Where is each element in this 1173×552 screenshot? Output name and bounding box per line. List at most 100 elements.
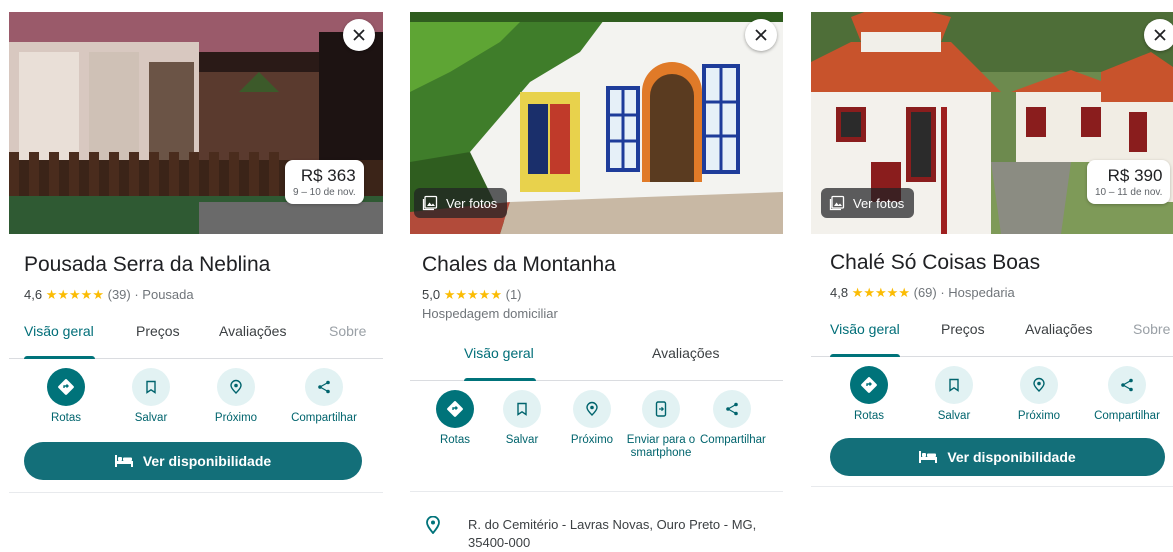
check-availability-button[interactable]: Ver disponibilidade	[24, 442, 362, 480]
tab-about[interactable]: Sobre	[1133, 318, 1170, 356]
share-icon	[318, 380, 330, 394]
share-icon	[1121, 378, 1133, 392]
card-divider	[9, 492, 383, 493]
action-label: Compartilhar	[700, 434, 766, 446]
rating-line: 5,0 ★★★★★ (1)	[422, 287, 522, 303]
bookmark-icon	[146, 380, 156, 394]
save-button[interactable]: Salvar	[116, 368, 186, 425]
directions-button[interactable]: Rotas	[420, 390, 490, 447]
property-type: · Hospedaria	[936, 285, 1015, 300]
action-label: Rotas	[853, 410, 885, 422]
active-tab-indicator	[464, 378, 536, 381]
directions-icon	[58, 379, 74, 395]
hotel-title: Chalé Só Coisas Boas	[830, 251, 1041, 274]
tab-reviews[interactable]: Avaliações	[652, 342, 719, 380]
nearby-icon	[1033, 377, 1045, 392]
hotel-card-3: Ver fotos R$ 390 10 – 11 de nov. Chalé S…	[811, 12, 1173, 512]
nearby-button[interactable]: Próximo	[201, 368, 271, 425]
stay-dates: 9 – 10 de nov.	[293, 187, 356, 198]
stay-dates: 10 – 11 de nov.	[1095, 187, 1163, 198]
tab-about[interactable]: Sobre	[329, 320, 366, 358]
hotel-title: Chales da Montanha	[422, 253, 616, 276]
price: R$ 390	[1107, 166, 1163, 185]
action-label: Compartilhar	[1094, 410, 1160, 422]
close-button[interactable]	[343, 19, 375, 51]
action-label: Compartilhar	[291, 412, 357, 424]
hotel-card-2: Ver fotos Chales da Montanha 5,0 ★★★★★ (…	[410, 12, 783, 552]
card-divider	[811, 486, 1173, 487]
share-icon	[726, 402, 738, 416]
nearby-button[interactable]: Próximo	[1004, 366, 1074, 423]
close-button[interactable]	[745, 19, 777, 51]
close-icon	[353, 29, 365, 41]
property-type: · Pousada	[130, 287, 194, 302]
share-button[interactable]: Compartilhar	[1082, 366, 1172, 423]
nearby-icon	[586, 401, 598, 416]
review-count[interactable]: (69)	[914, 285, 937, 300]
close-icon	[1154, 29, 1166, 41]
view-photos-button[interactable]: Ver fotos	[821, 188, 915, 218]
send-to-phone-icon	[655, 401, 667, 417]
action-label: Salvar	[134, 412, 168, 424]
rating-line: 4,8 ★★★★★ (69) · Hospedaria	[830, 285, 1015, 301]
nearby-button[interactable]: Próximo	[557, 390, 627, 447]
location-pin-icon	[426, 516, 440, 534]
tab-overview[interactable]: Visão geral	[830, 318, 900, 356]
save-button[interactable]: Salvar	[919, 366, 989, 423]
share-button[interactable]: Compartilhar	[700, 390, 766, 447]
hotel-title: Pousada Serra da Neblina	[24, 253, 271, 276]
close-icon	[755, 29, 767, 41]
action-label: Salvar	[505, 434, 539, 446]
directions-button[interactable]: Rotas	[834, 366, 904, 423]
hotel-card-1: R$ 363 9 – 10 de nov. Pousada Serra da N…	[9, 12, 383, 512]
price: R$ 363	[300, 166, 356, 185]
save-button[interactable]: Salvar	[487, 390, 557, 447]
action-label: Próximo	[214, 412, 258, 424]
star-rating: ★★★★★	[45, 287, 104, 302]
action-label: Rotas	[50, 412, 82, 424]
address[interactable]: R. do Cemitério - Lavras Novas, Ouro Pre…	[468, 516, 758, 552]
rating-value: 4,8	[830, 285, 849, 300]
action-label: Próximo	[1017, 410, 1061, 422]
bookmark-icon	[517, 402, 527, 416]
bed-icon	[919, 451, 938, 463]
directions-icon	[447, 401, 463, 417]
tab-bar: Visão geral Avaliações	[410, 342, 783, 381]
price-badge: R$ 390 10 – 11 de nov.	[1087, 160, 1171, 204]
active-tab-indicator	[830, 354, 900, 357]
tab-prices[interactable]: Preços	[941, 318, 985, 356]
share-button[interactable]: Compartilhar	[279, 368, 369, 425]
tab-reviews[interactable]: Avaliações	[219, 320, 286, 358]
view-photos-button[interactable]: Ver fotos	[414, 188, 508, 218]
review-count[interactable]: (1)	[506, 287, 522, 302]
review-count[interactable]: (39)	[108, 287, 131, 302]
action-label: Rotas	[439, 434, 471, 446]
availability-label: Ver disponibilidade	[947, 449, 1076, 465]
directions-icon	[861, 377, 877, 393]
rating-value: 5,0	[422, 287, 441, 302]
photo-icon	[829, 195, 845, 211]
bookmark-icon	[949, 378, 959, 392]
close-button[interactable]	[1144, 19, 1173, 51]
rating-line: 4,6 ★★★★★ (39) · Pousada	[24, 287, 194, 303]
tab-prices[interactable]: Preços	[136, 320, 180, 358]
view-photos-label: Ver fotos	[853, 195, 905, 211]
tab-overview[interactable]: Visão geral	[464, 342, 534, 380]
action-label: Próximo	[570, 434, 614, 446]
tab-reviews[interactable]: Avaliações	[1025, 318, 1092, 356]
rating-value: 4,6	[24, 287, 43, 302]
star-rating: ★★★★★	[851, 285, 910, 300]
action-label: Enviar para o smartphone	[626, 434, 696, 459]
photo-icon	[422, 195, 438, 211]
star-rating: ★★★★★	[443, 287, 502, 302]
tab-overview[interactable]: Visão geral	[24, 320, 94, 358]
send-to-phone-button[interactable]: Enviar para o smartphone	[626, 390, 696, 460]
card-divider	[410, 491, 783, 492]
bed-icon	[114, 455, 133, 467]
directions-button[interactable]: Rotas	[31, 368, 101, 425]
active-tab-indicator	[24, 356, 95, 359]
view-photos-label: Ver fotos	[446, 195, 498, 211]
check-availability-button[interactable]: Ver disponibilidade	[830, 438, 1165, 476]
property-type: Hospedagem domiciliar	[422, 306, 558, 321]
price-badge: R$ 363 9 – 10 de nov.	[285, 160, 364, 204]
